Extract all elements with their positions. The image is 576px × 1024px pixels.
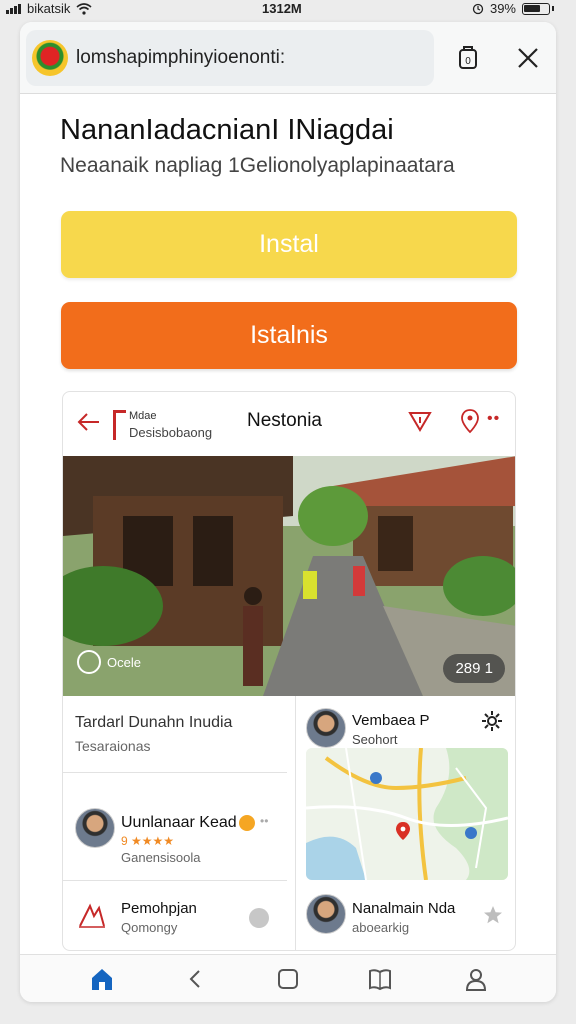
tab-switcher-icon[interactable]: 0 (454, 44, 482, 72)
location-pin-icon[interactable] (459, 408, 481, 434)
emoji-icon (239, 815, 255, 831)
divider (63, 772, 287, 773)
reviewer-subtitle: Ganensisoola (121, 850, 201, 865)
reviewer-name: Uunlanaar Kead (121, 814, 237, 831)
settings-icon[interactable] (481, 710, 503, 732)
brand-line2: Desisbobaong (129, 425, 213, 440)
more-icon[interactable]: •• (487, 410, 500, 428)
rating-stars: 9 ★★★★ (121, 834, 175, 848)
map-column: Vembaea P Seohort Nanalmain Nda aboearki… (295, 696, 515, 950)
brand-line1: Mdae (129, 410, 157, 422)
map-graphic (306, 748, 508, 880)
place-title: Tardarl Dunahn Inudia (75, 714, 233, 731)
app-preview-card: Mdae Desisbobaong Nestonia •• Ocele 289 … (62, 391, 516, 951)
address-bar[interactable]: lomshapimphinyioenonti: (26, 30, 434, 86)
map-title: Vembaea P (352, 712, 430, 729)
istalne-button[interactable]: Istalnis (61, 302, 517, 369)
photo-count-badge[interactable]: 289 1 (443, 654, 505, 683)
map-subtitle: Seohort (352, 732, 398, 747)
address-bar-row: lomshapimphinyioenonti: 0 (20, 22, 556, 94)
map-owner-avatar[interactable] (306, 708, 346, 748)
map-footer-avatar[interactable] (306, 894, 346, 934)
battery-percent: 39% (489, 1, 516, 16)
bottom-navigation (20, 954, 556, 1002)
signature-icon (79, 903, 105, 928)
battery-tip (552, 6, 554, 11)
reviewer-avatar[interactable] (75, 808, 115, 848)
alarm-icon (472, 3, 484, 14)
details-column: Tardarl Dunahn Inudia Tesaraionas Uunlan… (63, 696, 287, 950)
battery-icon (522, 2, 550, 15)
brand-logo (113, 410, 126, 440)
photo-caption: Ocele (107, 654, 141, 670)
filter-icon[interactable] (407, 408, 433, 434)
item-title: Pemohpjan (121, 900, 197, 917)
bookmarks-icon[interactable] (366, 965, 394, 993)
page-title: NananIadacnianI INiagdai (60, 114, 394, 146)
app-title: Nestonia (247, 410, 322, 431)
clock: 1312M (262, 1, 302, 16)
action-icon[interactable] (249, 908, 269, 928)
app-header: Mdae Desisbobaong Nestonia •• (63, 392, 515, 456)
map-footer-title: Nanalmain Nda (352, 900, 456, 917)
profile-icon[interactable] (462, 965, 490, 993)
tab-count: 0 (465, 56, 471, 67)
wifi-icon (76, 2, 92, 15)
back-icon[interactable] (182, 965, 210, 993)
map-marker-icon (77, 650, 101, 674)
back-arrow-icon[interactable] (75, 408, 103, 436)
rating-star-icon[interactable] (482, 904, 504, 926)
home-icon[interactable] (88, 965, 116, 993)
close-icon[interactable] (514, 44, 542, 72)
map-view[interactable] (306, 748, 508, 880)
hero-photo[interactable]: Ocele 289 1 (63, 456, 515, 696)
photo-badge[interactable]: Ocele (77, 650, 141, 674)
site-favicon (32, 40, 68, 76)
carrier-label: bikatsik (27, 1, 71, 16)
place-subtitle: Tesaraionas (75, 738, 151, 754)
signal-bars-icon (6, 3, 21, 14)
browser-sheet: lomshapimphinyioenonti: 0 NananIadacnian… (20, 22, 556, 1002)
map-footer-subtitle: aboearkig (352, 920, 410, 935)
item-subtitle: Qomongy (121, 920, 178, 935)
install-button[interactable]: Instal (61, 211, 517, 278)
page-subtitle: Neaanaik napliag 1Gelionolyaplapinaatara (60, 154, 455, 177)
more-dots-icon[interactable]: •• (260, 814, 268, 828)
divider (63, 880, 287, 881)
square-icon[interactable] (274, 965, 302, 993)
status-bar: bikatsik 1312M 39% (0, 0, 576, 18)
url-text: lomshapimphinyioenonti: (76, 47, 286, 68)
